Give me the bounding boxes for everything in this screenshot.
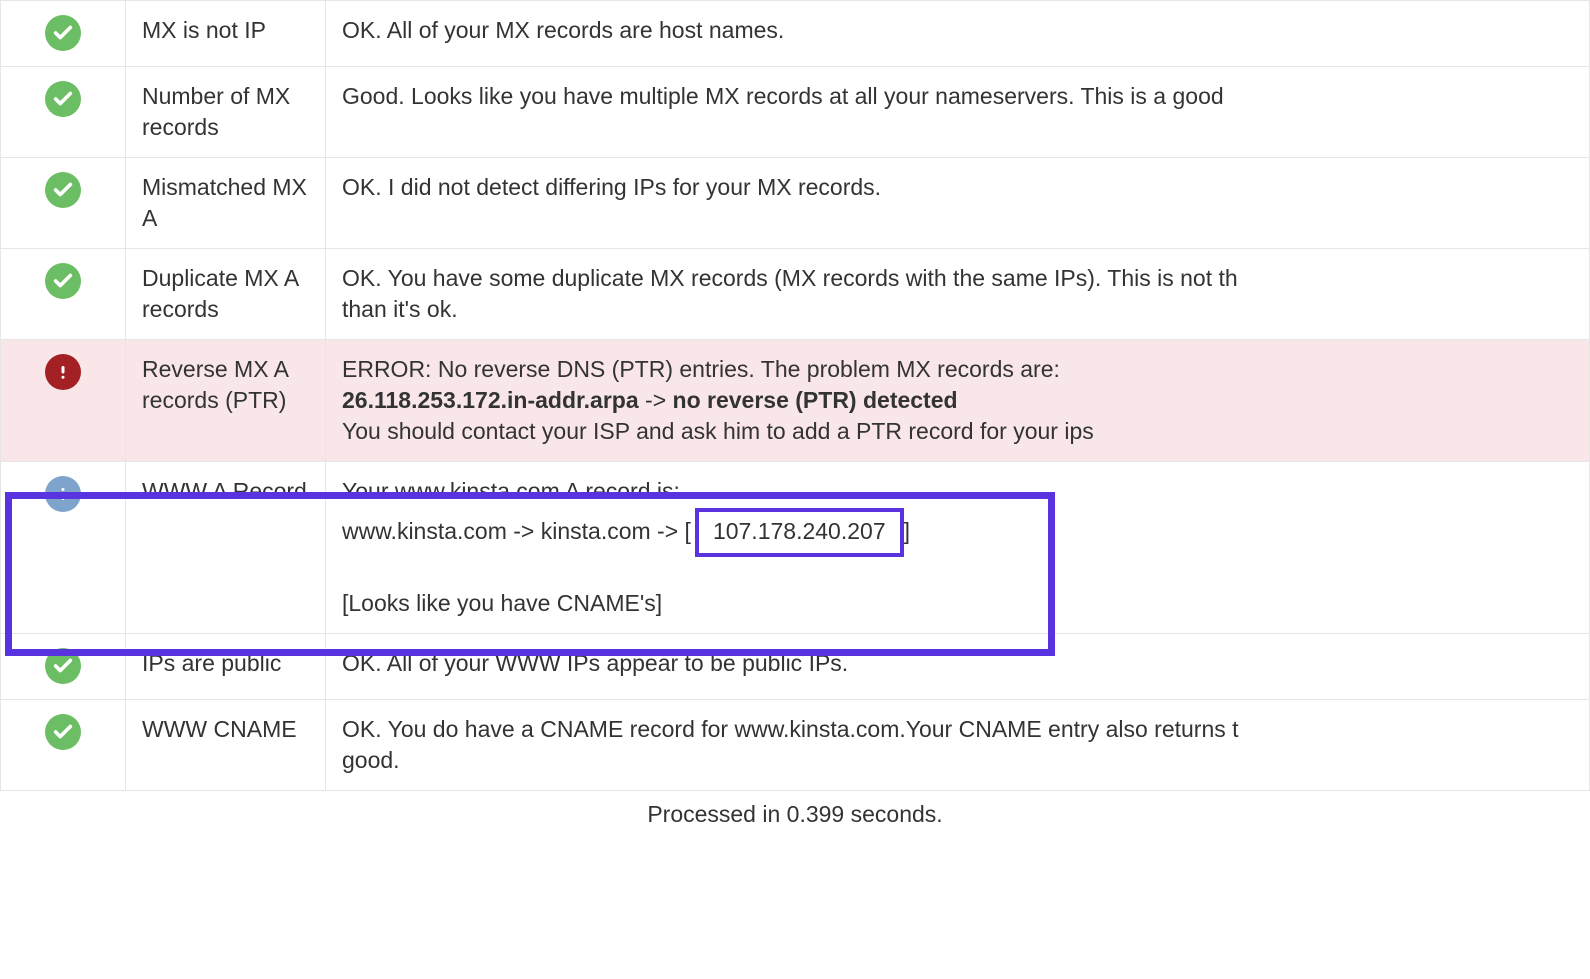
result-row: WWW A RecordYour www.kinsta.com A record…	[1, 462, 1590, 633]
result-row: Mismatched MX AOK. I did not detect diff…	[1, 158, 1590, 249]
error-icon	[45, 354, 81, 390]
check-description: Your www.kinsta.com A record is:www.kins…	[326, 462, 1590, 633]
check-icon	[45, 81, 81, 117]
check-description: OK. All of your MX records are host name…	[326, 1, 1590, 67]
result-row: Duplicate MX A recordsOK. You have some …	[1, 249, 1590, 340]
status-icon-cell	[1, 1, 126, 67]
check-description: OK. I did not detect differing IPs for y…	[326, 158, 1590, 249]
check-name: WWW CNAME	[126, 699, 326, 790]
status-icon-cell	[1, 340, 126, 462]
check-description: OK. You have some duplicate MX records (…	[326, 249, 1590, 340]
status-icon-cell	[1, 158, 126, 249]
check-description: ERROR: No reverse DNS (PTR) entries. The…	[326, 340, 1590, 462]
check-description: OK. All of your WWW IPs appear to be pub…	[326, 633, 1590, 699]
dns-check-results-table: MX is not IPOK. All of your MX records a…	[0, 0, 1590, 791]
processed-time: Processed in 0.399 seconds.	[0, 791, 1590, 830]
status-icon-cell	[1, 462, 126, 633]
check-name: Duplicate MX A records	[126, 249, 326, 340]
results-tbody: MX is not IPOK. All of your MX records a…	[1, 1, 1590, 791]
status-icon-cell	[1, 67, 126, 158]
check-name: MX is not IP	[126, 1, 326, 67]
result-row: Reverse MX A records (PTR)ERROR: No reve…	[1, 340, 1590, 462]
result-row: IPs are publicOK. All of your WWW IPs ap…	[1, 633, 1590, 699]
result-row: Number of MX recordsGood. Looks like you…	[1, 67, 1590, 158]
result-row: MX is not IPOK. All of your MX records a…	[1, 1, 1590, 67]
check-description: OK. You do have a CNAME record for www.k…	[326, 699, 1590, 790]
check-name: WWW A Record	[126, 462, 326, 633]
status-icon-cell	[1, 249, 126, 340]
check-icon	[45, 172, 81, 208]
check-icon	[45, 714, 81, 750]
check-name: Number of MX records	[126, 67, 326, 158]
page-wrap: MX is not IPOK. All of your MX records a…	[0, 0, 1590, 830]
check-name: Reverse MX A records (PTR)	[126, 340, 326, 462]
status-icon-cell	[1, 633, 126, 699]
check-icon	[45, 648, 81, 684]
check-name: Mismatched MX A	[126, 158, 326, 249]
check-name: IPs are public	[126, 633, 326, 699]
status-icon-cell	[1, 699, 126, 790]
info-icon	[45, 476, 81, 512]
check-icon	[45, 263, 81, 299]
check-icon	[45, 15, 81, 51]
result-row: WWW CNAMEOK. You do have a CNAME record …	[1, 699, 1590, 790]
check-description: Good. Looks like you have multiple MX re…	[326, 67, 1590, 158]
